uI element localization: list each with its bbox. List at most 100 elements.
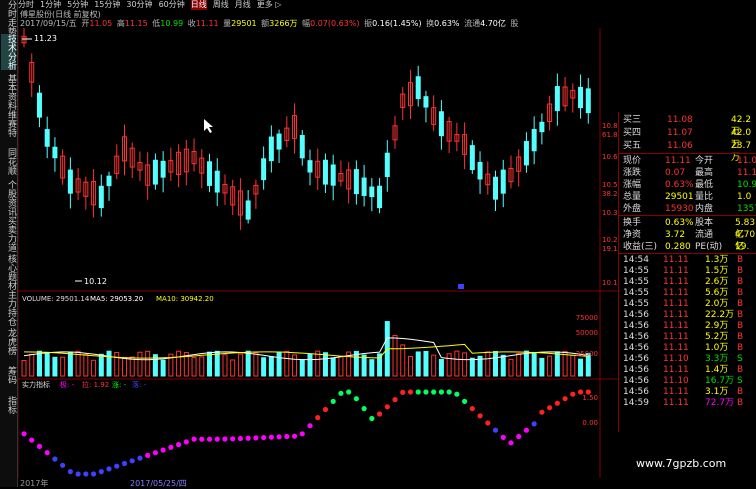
indicator-dot [60,462,66,468]
volume-bar [276,351,282,377]
volume-bar [578,358,584,377]
volume-bar [21,359,27,377]
volume-bar [261,357,267,377]
left-tab-9[interactable]: 龙虎榜 [1,328,16,355]
info-extra: 股 [510,19,519,28]
indicator-dot [168,444,174,450]
volume-bar [44,351,50,377]
left-tab-6[interactable]: 买卖力道 [1,216,16,252]
fund-value: 3.72 [665,230,686,240]
left-tab-11[interactable]: 指标 [1,396,16,414]
candle-body [469,145,475,171]
tick-row: 14:56 11.11 1.4万 B [621,365,755,376]
indicator-dot [160,447,166,453]
period-tab-0[interactable]: 分时 [18,0,34,10]
indicator-dot [400,389,406,395]
candle-body [98,185,104,209]
chart-area[interactable]: 11.23 10.12 10.8061.8% 10.66 10.5238.2% 10.38… [18,28,618,478]
period-tab-9[interactable]: 更多 ▷ [257,0,282,10]
period-tab-1[interactable]: 1分钟 [40,0,61,10]
fund-label: 股本 [695,218,714,228]
stat-label: 外盘 [623,204,642,214]
left-tab-7[interactable]: 核心题材 [1,254,16,290]
stat-value: 1357 [737,204,756,214]
fundamental-row: 收益(三) 0.280 PE(动) 19. [621,241,755,253]
left-tab-8[interactable]: 主力持仓 [1,290,16,326]
volume-bar [462,352,468,377]
fib-percent-tick: 19.1% [602,245,618,253]
stat-value: 29501 [665,192,694,202]
period-tab-6[interactable]: 日线 [190,0,207,10]
candle-body [477,161,483,180]
period-tab-2[interactable]: 5分钟 [67,0,88,10]
info-vol-label: 量 [223,19,232,28]
candle-body [369,186,375,198]
volume-bar [60,356,66,377]
info-low: 10.99 [160,19,184,28]
volume-bar [516,353,522,377]
candle-body [554,86,560,112]
fund-value: 0.63% [665,218,694,228]
tick-row: 14:55 11.11 5.6万 B [621,288,755,299]
stat-value: 15930 [665,204,694,214]
volume-bar [199,356,205,377]
period-tab-4[interactable]: 30分钟 [126,0,152,10]
candle-body [493,176,499,200]
indicator-dot [469,406,475,412]
left-tab-2[interactable]: 基本资料 [1,74,16,110]
left-tab-4[interactable]: 同花顺 [1,148,16,175]
indicator-dot [191,436,197,442]
tick-side: B [737,343,744,353]
volume-bar [98,353,104,377]
tick-price: 11.11 [663,332,689,342]
indicator-dot [237,435,244,442]
volume-bar [554,351,560,377]
period-tab-5[interactable]: 60分钟 [159,0,185,10]
tick-side: B [737,255,744,265]
volume-bar [431,354,437,377]
candle-body [384,152,390,178]
left-tab-5[interactable]: 个股资讯 [1,180,16,216]
left-tab-0[interactable]: 分时走势 [1,0,16,36]
tick-price: 11.11 [663,277,689,287]
bid-label: 买四 [623,128,642,138]
indicator-dot [214,436,220,442]
indicator-dot [44,450,50,456]
tick-time: 14:56 [623,343,649,353]
indicator-dot [253,435,259,441]
volume-bar [253,352,259,377]
stat-label: 总量 [623,192,642,202]
candle-body [207,161,213,186]
tick-volume: 1.0万 [705,343,729,353]
candle-body [152,159,158,185]
indicator-dot [485,420,491,426]
volume-bar [508,358,514,377]
bid-row: 买三 11.08 42.2万 [621,114,755,137]
volume-bar [377,353,383,377]
left-tab-3[interactable]: 维赛特 [1,110,16,137]
period-tab-7[interactable]: 周线 [213,0,229,10]
period-tab-3[interactable]: 15分钟 [94,0,120,10]
tick-side: S [737,354,743,364]
tick-time: 14:56 [623,387,649,397]
candle-body [500,169,506,194]
candle-body [361,177,367,196]
indicator-dot [315,415,321,421]
tick-row: 14:55 11.11 2.6万 B [621,277,755,288]
tick-time: 14:56 [623,321,649,331]
candle-body [67,169,73,194]
left-tab-10[interactable]: 筹码 [1,366,16,384]
indicator-dot [570,391,576,397]
volume-bar [438,359,444,377]
price-axis-tick: 10.38 [602,209,618,217]
watermark: www.7gpzb.com [636,457,727,470]
left-tab-1[interactable]: 技术分析 [1,34,16,70]
period-tab-8[interactable]: 月线 [235,0,251,10]
volume-axis-tick: 75000 [576,314,598,322]
volume-legend-ma10: MA10: 30942.20 [156,295,214,303]
indicator-axis-tick: 0.00 [582,419,598,427]
indicator-legend-a: 极: - [60,380,75,389]
tick-time: 14:56 [623,354,649,364]
stat-label: 内盘 [695,204,714,214]
stat-row: 涨幅 0.63% 最低 10.9 [621,179,756,191]
